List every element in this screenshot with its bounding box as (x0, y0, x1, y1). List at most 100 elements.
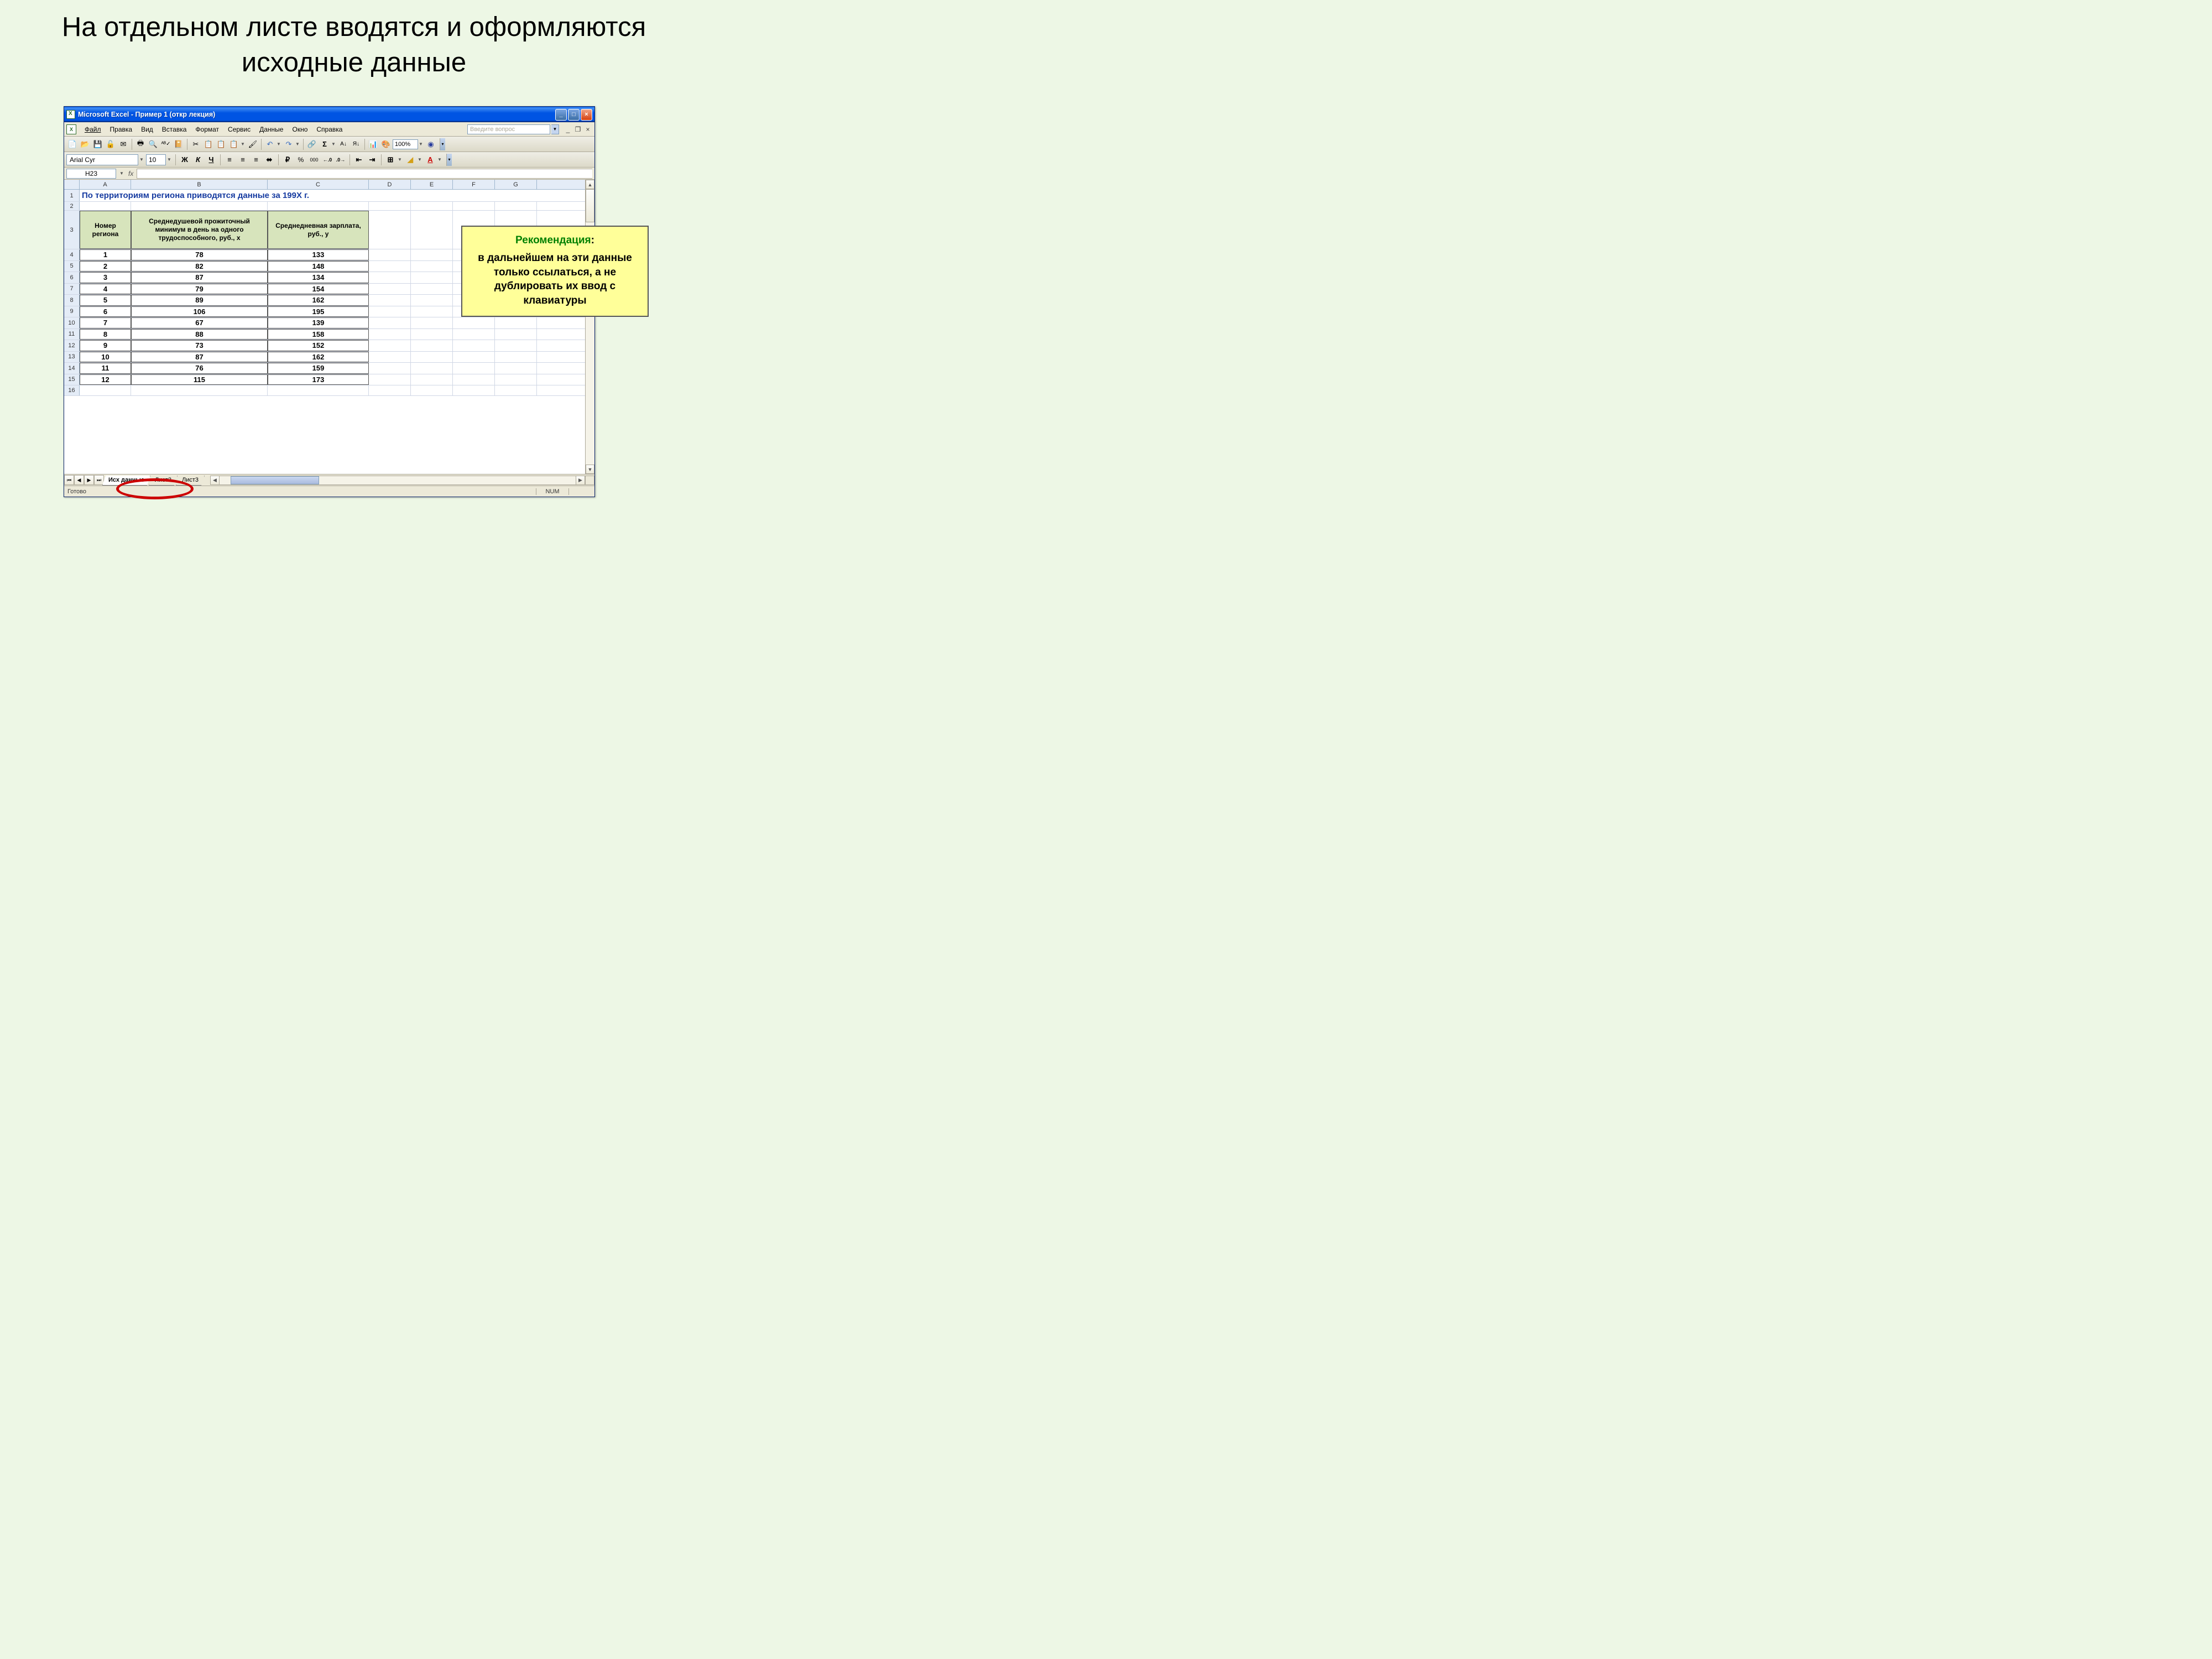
name-box[interactable]: H23 (66, 169, 116, 179)
menu-help[interactable]: Справка (312, 123, 346, 135)
workbook-minimize-button[interactable]: _ (564, 125, 572, 134)
tab-first-icon[interactable]: ⏮ (64, 475, 74, 485)
row-header[interactable]: 2 (64, 202, 80, 210)
autosum-dropdown-icon[interactable]: ▼ (331, 142, 337, 147)
cell[interactable] (495, 374, 537, 385)
cell[interactable] (80, 385, 131, 395)
cell[interactable] (411, 363, 453, 374)
research-icon[interactable]: 📔 (173, 138, 185, 150)
cell[interactable] (411, 306, 453, 317)
scroll-left-icon[interactable]: ◀ (210, 476, 220, 485)
cell-salary[interactable]: 134 (268, 272, 369, 283)
sort-asc-icon[interactable]: А↓ (337, 138, 349, 150)
drawing-icon[interactable]: 🎨 (380, 138, 392, 150)
redo-icon[interactable]: ↷ (283, 138, 295, 150)
menu-window[interactable]: Окно (288, 123, 311, 135)
col-header-E[interactable]: E (411, 180, 453, 189)
cell[interactable] (453, 352, 495, 363)
cell-minimum[interactable]: 106 (131, 306, 268, 317)
menu-edit[interactable]: Правка (106, 123, 137, 135)
cell-region[interactable]: 8 (80, 329, 131, 340)
cell-region[interactable]: 4 (80, 284, 131, 295)
font-color-dropdown-icon[interactable]: ▼ (437, 157, 443, 162)
cell[interactable] (453, 385, 495, 395)
cell[interactable] (411, 202, 453, 210)
decrease-decimal-icon[interactable]: .0→ (335, 154, 347, 166)
row-header[interactable]: 9 (64, 306, 80, 317)
toolbar-options-icon[interactable]: ▾ (446, 154, 452, 166)
cell[interactable] (411, 317, 453, 328)
cell[interactable] (411, 340, 453, 351)
autosum-icon[interactable]: Σ (319, 138, 331, 150)
cell-salary[interactable]: 159 (268, 363, 369, 374)
spellcheck-icon[interactable]: ᴬᴮ✓ (160, 138, 172, 150)
increase-decimal-icon[interactable]: ←.0 (321, 154, 333, 166)
scroll-down-icon[interactable]: ▼ (586, 465, 594, 474)
row-header[interactable]: 5 (64, 261, 80, 272)
cell[interactable] (369, 211, 411, 249)
row-header[interactable]: 6 (64, 272, 80, 283)
undo-dropdown-icon[interactable]: ▼ (276, 142, 282, 147)
cell-region[interactable]: 1 (80, 249, 131, 260)
cell-minimum[interactable]: 87 (131, 272, 268, 283)
col-header-C[interactable]: C (268, 180, 369, 189)
fx-label[interactable]: fx (128, 170, 133, 178)
borders-icon[interactable]: ⊞ (384, 154, 397, 166)
cell[interactable] (411, 211, 453, 249)
col-header-salary[interactable]: Среднедневная зарплата, руб., y (268, 211, 369, 249)
sheet-tab-active[interactable]: Исх данные (102, 476, 150, 486)
cell-minimum[interactable]: 67 (131, 317, 268, 328)
toolbar-options-icon[interactable]: ▾ (440, 138, 445, 150)
help-icon[interactable]: ◉ (425, 138, 437, 150)
menu-data[interactable]: Данные (255, 123, 287, 135)
formula-input[interactable] (137, 169, 592, 179)
cell[interactable] (369, 385, 411, 395)
cell[interactable] (453, 340, 495, 351)
workbook-restore-button[interactable]: ❐ (573, 125, 582, 134)
cell-minimum[interactable]: 115 (131, 374, 268, 385)
cell-minimum[interactable]: 79 (131, 284, 268, 295)
bold-button[interactable]: Ж (179, 154, 191, 166)
maximize-button[interactable]: □ (568, 109, 580, 121)
row-header[interactable]: 11 (64, 329, 80, 340)
col-header-minimum[interactable]: Среднедушевой прожиточный минимум в день… (131, 211, 268, 249)
zoom-input[interactable]: 100% (393, 139, 418, 149)
scroll-right-icon[interactable]: ▶ (576, 476, 585, 485)
cell[interactable] (369, 306, 411, 317)
cell[interactable] (131, 202, 268, 210)
paste-icon[interactable]: 📋 (215, 138, 227, 150)
cell-minimum[interactable]: 89 (131, 295, 268, 306)
tab-prev-icon[interactable]: ◀ (74, 475, 84, 485)
vertical-scrollbar[interactable]: ▲ ▼ (585, 180, 594, 474)
sheet-tab[interactable]: Лист3 (176, 476, 205, 486)
cell[interactable] (411, 249, 453, 260)
close-button[interactable]: × (581, 109, 592, 121)
scroll-up-icon[interactable]: ▲ (586, 180, 594, 189)
cell-minimum[interactable]: 73 (131, 340, 268, 351)
cell[interactable] (453, 374, 495, 385)
underline-button[interactable]: Ч (205, 154, 217, 166)
cell[interactable] (369, 317, 411, 328)
align-left-icon[interactable]: ≡ (223, 154, 236, 166)
menu-tools[interactable]: Сервис (224, 123, 254, 135)
italic-button[interactable]: К (192, 154, 204, 166)
tab-next-icon[interactable]: ▶ (84, 475, 94, 485)
row-header[interactable]: 15 (64, 374, 80, 385)
cell-salary[interactable]: 133 (268, 249, 369, 260)
align-right-icon[interactable]: ≡ (250, 154, 262, 166)
menu-file[interactable]: Файл (81, 123, 105, 135)
help-search-input[interactable]: Введите вопрос (467, 124, 550, 134)
save-icon[interactable]: 💾 (92, 138, 104, 150)
cell[interactable] (495, 202, 537, 210)
minimize-button[interactable]: _ (555, 109, 567, 121)
font-color-icon[interactable]: A (424, 154, 436, 166)
row-header[interactable]: 10 (64, 317, 80, 328)
cell-salary[interactable]: 139 (268, 317, 369, 328)
copy-icon[interactable]: 📋 (202, 138, 215, 150)
cut-icon[interactable]: ✂ (190, 138, 202, 150)
preview-icon[interactable]: 🔍 (147, 138, 159, 150)
app-icon[interactable]: X (66, 124, 76, 134)
row-header[interactable]: 8 (64, 295, 80, 306)
merge-center-icon[interactable]: ⬌ (263, 154, 275, 166)
horizontal-scrollbar[interactable]: ◀ ▶ (210, 476, 585, 485)
